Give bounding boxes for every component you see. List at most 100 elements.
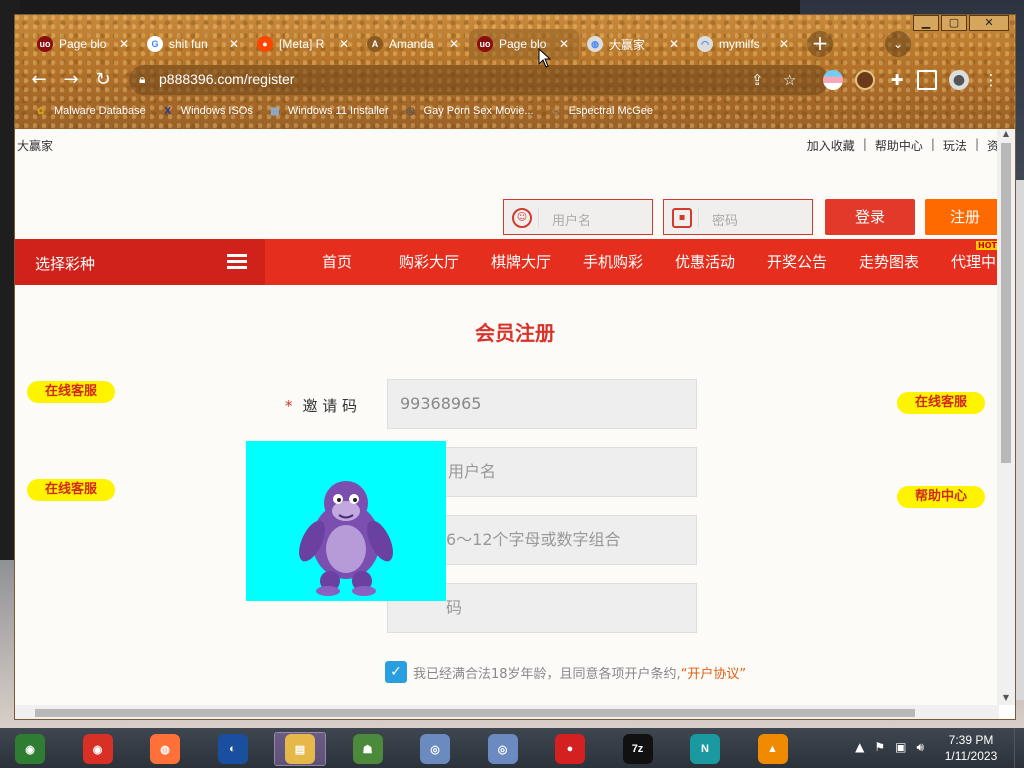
nav-item[interactable]: 手机购彩 xyxy=(567,239,659,285)
h-scrollbar-thumb[interactable] xyxy=(35,709,915,717)
nav-items: 首页购彩大厅棋牌大厅手机购彩优惠活动开奖公告走势图表代理中心 xyxy=(291,239,999,285)
login-username-field[interactable]: ☺ 用户名 xyxy=(503,199,653,235)
taskbar-app-button[interactable]: ◉ xyxy=(4,732,56,766)
help-center-button[interactable]: 帮助中心 xyxy=(897,486,986,508)
login-password-field[interactable]: ▪ 密码 xyxy=(663,199,813,235)
tab-close-icon[interactable]: ✕ xyxy=(667,37,681,51)
taskbar-app-button[interactable]: ◉ xyxy=(72,732,124,766)
nav-item[interactable]: 棋牌大厅 xyxy=(475,239,567,285)
tab-title: [Meta] R xyxy=(279,37,325,51)
tab-close-icon[interactable]: ✕ xyxy=(557,37,571,51)
browser-tab[interactable]: uo Page blo ✕ xyxy=(469,29,579,59)
tab-close-icon[interactable]: ✕ xyxy=(117,37,131,51)
top-link-rules[interactable]: 玩法 xyxy=(943,137,967,154)
url-text[interactable]: p888396.com/register xyxy=(159,71,294,87)
profile-extension-icon[interactable] xyxy=(855,70,875,90)
main-navbar: 选择彩种 首页购彩大厅棋牌大厅手机购彩优惠活动开奖公告走势图表代理中心 HOT xyxy=(15,239,999,285)
bookmarks-bar: ✿ Malware Database X Windows ISOs ▦ Windows 1… xyxy=(33,101,653,121)
installer-cd-2-icon: ◎ xyxy=(487,734,518,764)
taskbar-app-button[interactable]: ☗ xyxy=(342,732,394,766)
network-icon[interactable]: ▣ xyxy=(895,740,906,755)
bookmark-item[interactable]: ▦ Windows 11 Installer xyxy=(267,101,388,121)
chrome-canary-icon: ◉ xyxy=(15,734,45,764)
vertical-scrollbar[interactable]: ▲ ▼ xyxy=(997,129,1015,705)
nav-item[interactable]: 走势图表 xyxy=(843,239,935,285)
close-window-button[interactable]: ✕ xyxy=(969,15,1009,31)
kebab-menu-icon[interactable]: ⋮ xyxy=(981,70,1001,90)
back-icon[interactable]: ← xyxy=(27,68,51,92)
scroll-down-icon[interactable]: ▼ xyxy=(997,693,1015,705)
taskbar-app-button[interactable]: ◎ xyxy=(477,732,529,766)
register-button[interactable]: 注册 xyxy=(925,199,999,235)
browser-tab[interactable]: ◍ 大赢家 ✕ xyxy=(579,29,689,59)
clock[interactable]: 7:39 PM 1/11/2023 xyxy=(936,732,1006,764)
tab-search-button[interactable]: ⌄ xyxy=(885,31,911,57)
tab-close-icon[interactable]: ✕ xyxy=(337,37,351,51)
tab-close-icon[interactable]: ✕ xyxy=(227,37,241,51)
taskbar-app-button[interactable]: ◎ xyxy=(409,732,461,766)
bookmark-item[interactable]: ✿ Malware Database xyxy=(33,101,146,121)
forward-icon[interactable]: → xyxy=(59,68,83,92)
nav-item[interactable]: 开奖公告 xyxy=(751,239,843,285)
address-bar[interactable]: 🔒︎ p888396.com/register ⇪ ☆ xyxy=(129,65,829,95)
maximize-button[interactable]: ▢ xyxy=(941,15,967,31)
tab-close-icon[interactable]: ✕ xyxy=(777,37,791,51)
taskbar-app-button[interactable]: ▲ xyxy=(747,732,799,766)
flag-icon[interactable]: ⚑ xyxy=(874,740,885,755)
scroll-up-icon[interactable]: ▲ xyxy=(997,129,1015,141)
flag-extension-icon[interactable] xyxy=(823,70,843,90)
online-service-button-right[interactable]: 在线客服 xyxy=(897,392,986,414)
nav-item[interactable]: 首页 xyxy=(291,239,383,285)
taskbar-app-button[interactable]: ▤ xyxy=(274,732,326,766)
browser-tab[interactable]: Gshit fun ✕ xyxy=(139,29,249,59)
reload-icon[interactable]: ↻ xyxy=(91,68,115,92)
bookmark-star-icon[interactable]: ☆ xyxy=(783,71,796,89)
bonzi-buddy-overlay[interactable] xyxy=(246,441,446,601)
bookmark-label: Windows ISOs xyxy=(180,105,253,117)
browser-tab[interactable]: ◠ mymilfs ✕ xyxy=(689,29,799,59)
puzzle-extensions-icon[interactable]: ✚ xyxy=(887,70,907,90)
taskbar-app-button[interactable]: 7z xyxy=(612,732,664,766)
tab-title: 大赢家 xyxy=(609,37,646,52)
show-desktop-button[interactable] xyxy=(1014,728,1024,768)
login-button[interactable]: 登录 xyxy=(825,199,915,235)
browser-tab[interactable]: uo Page blo ✕ xyxy=(29,29,139,59)
firefox-icon: ◍ xyxy=(150,734,180,764)
lock-icon[interactable]: 🔒︎ xyxy=(139,72,153,88)
lottery-select[interactable]: 选择彩种 xyxy=(15,239,265,285)
browser-tab[interactable]: ● [Meta] R ✕ xyxy=(249,29,359,59)
nav-item[interactable]: 购彩大厅 xyxy=(383,239,475,285)
agreement-link[interactable]: “开户协议” xyxy=(681,663,746,682)
side-panel-icon[interactable] xyxy=(917,70,937,90)
hamburger-menu-icon[interactable] xyxy=(227,254,247,270)
tab-close-icon[interactable]: ✕ xyxy=(447,37,461,51)
avatar-icon[interactable]: ● xyxy=(949,70,969,90)
page-title: 会员注册 xyxy=(475,321,555,345)
taskbar-app-button[interactable]: N xyxy=(679,732,731,766)
horizontal-scrollbar[interactable] xyxy=(15,705,999,719)
site-name: 大赢家 xyxy=(17,139,54,153)
taskbar-app-button[interactable]: ◐ xyxy=(207,732,259,766)
tray-expand-icon[interactable]: ▲ xyxy=(855,740,864,755)
taskbar-app-button[interactable]: ● xyxy=(544,732,596,766)
share-icon[interactable]: ⇪ xyxy=(751,71,764,89)
top-link-favorite[interactable]: 加入收藏 xyxy=(807,137,855,154)
bookmark-item[interactable]: ◎ Gay Porn Sex Movie... xyxy=(403,101,533,121)
bookmark-item[interactable]: X Windows ISOs xyxy=(160,101,253,121)
taskbar-app-button[interactable]: ◍ xyxy=(139,732,191,766)
minimize-button[interactable]: ▁ xyxy=(913,15,939,31)
nav-item[interactable]: 优惠活动 xyxy=(659,239,751,285)
desktop-window-strip xyxy=(10,0,800,14)
new-tab-button[interactable]: + xyxy=(807,31,833,57)
browser-tab[interactable]: A Amanda ✕ xyxy=(359,29,469,59)
top-link-help[interactable]: 帮助中心 xyxy=(875,137,923,154)
online-service-button[interactable]: 在线客服 xyxy=(27,381,116,403)
scrollbar-thumb[interactable] xyxy=(1001,143,1011,463)
bookmark-item[interactable]: ☺ Espectral McGee xyxy=(548,101,652,121)
clock-time: 7:39 PM xyxy=(948,733,994,747)
volume-icon[interactable]: 🔊︎ xyxy=(916,740,924,755)
agree-checkbox[interactable]: ✓ xyxy=(385,661,407,683)
online-service-button-2[interactable]: 在线客服 xyxy=(27,479,116,501)
invite-code-input[interactable]: 99368965 xyxy=(387,379,697,429)
amazon-a-icon: A xyxy=(367,36,383,52)
